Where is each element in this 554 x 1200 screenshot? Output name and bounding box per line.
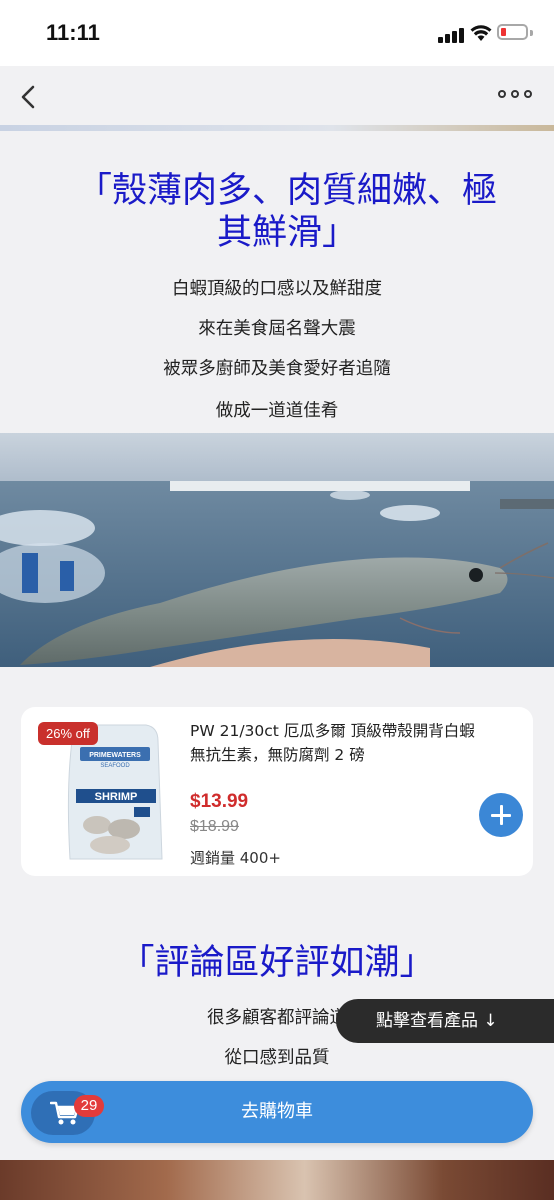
heading-line-2: 其鮮滑」	[216, 213, 357, 253]
wifi-icon	[470, 25, 492, 41]
section-heading-reviews: 「評論區好評如潮」	[119, 943, 435, 983]
svg-text:SEAFOOD: SEAFOOD	[100, 763, 130, 769]
product-title-line-2: 無抗生素，無防腐劑 2 磅	[190, 746, 365, 764]
view-product-toast[interactable]: 點擊查看產品 ↓	[336, 999, 554, 1043]
weekly-sales: 週銷量 400+	[190, 849, 281, 867]
product-card[interactable]: 26% off PRIMEWATERS SEAFOOD SHRIMP PW 21…	[21, 707, 533, 876]
product-old-price: $18.99	[190, 818, 239, 835]
product-price: $13.99	[190, 791, 249, 812]
product-title[interactable]: PW 21/30ct 厄瓜多爾 頂級帶殼開背白蝦 無抗生素，無防腐劑 2 磅	[190, 719, 525, 767]
paragraph-2: 來在美食屆名聲大震	[198, 319, 356, 339]
status-time: 11:11	[46, 20, 100, 45]
section-heading-quality: 「殼薄肉多、肉質細嫩、極 其鮮滑」	[0, 170, 554, 254]
svg-text:PRIMEWATERS: PRIMEWATERS	[89, 752, 141, 759]
nav-bar	[0, 66, 554, 126]
review-paragraph-2: 從口感到品質	[224, 1048, 330, 1068]
go-to-cart-bar[interactable]: 去購物車 29	[21, 1081, 533, 1143]
bottom-image-edge	[0, 1160, 554, 1200]
cart-button[interactable]: 29	[31, 1091, 104, 1135]
paragraph-1: 白蝦頂級的口感以及鮮甜度	[172, 279, 382, 299]
svg-text:SHRIMP: SHRIMP	[95, 791, 138, 803]
banner-image-edge	[0, 125, 554, 131]
product-title-line-1: PW 21/30ct 厄瓜多爾 頂級帶殼開背白蝦	[190, 722, 475, 740]
shrimp-photo	[0, 433, 554, 667]
signal-icon	[438, 27, 464, 43]
heading-line-1: 「殼薄肉多、肉質細嫩、極	[76, 171, 497, 211]
chevron-left-icon[interactable]	[18, 84, 40, 110]
cart-count-badge: 29	[74, 1095, 104, 1117]
battery-tip	[530, 30, 533, 36]
battery-icon	[497, 24, 528, 40]
status-bar: 11:11	[0, 0, 554, 66]
add-to-cart-button[interactable]	[479, 793, 523, 837]
discount-badge: 26% off	[38, 722, 98, 745]
more-dots-icon[interactable]	[498, 90, 538, 102]
paragraph-4: 做成一道道佳肴	[215, 401, 339, 421]
paragraph-3: 被眾多廚師及美食愛好者追隨	[163, 359, 391, 379]
